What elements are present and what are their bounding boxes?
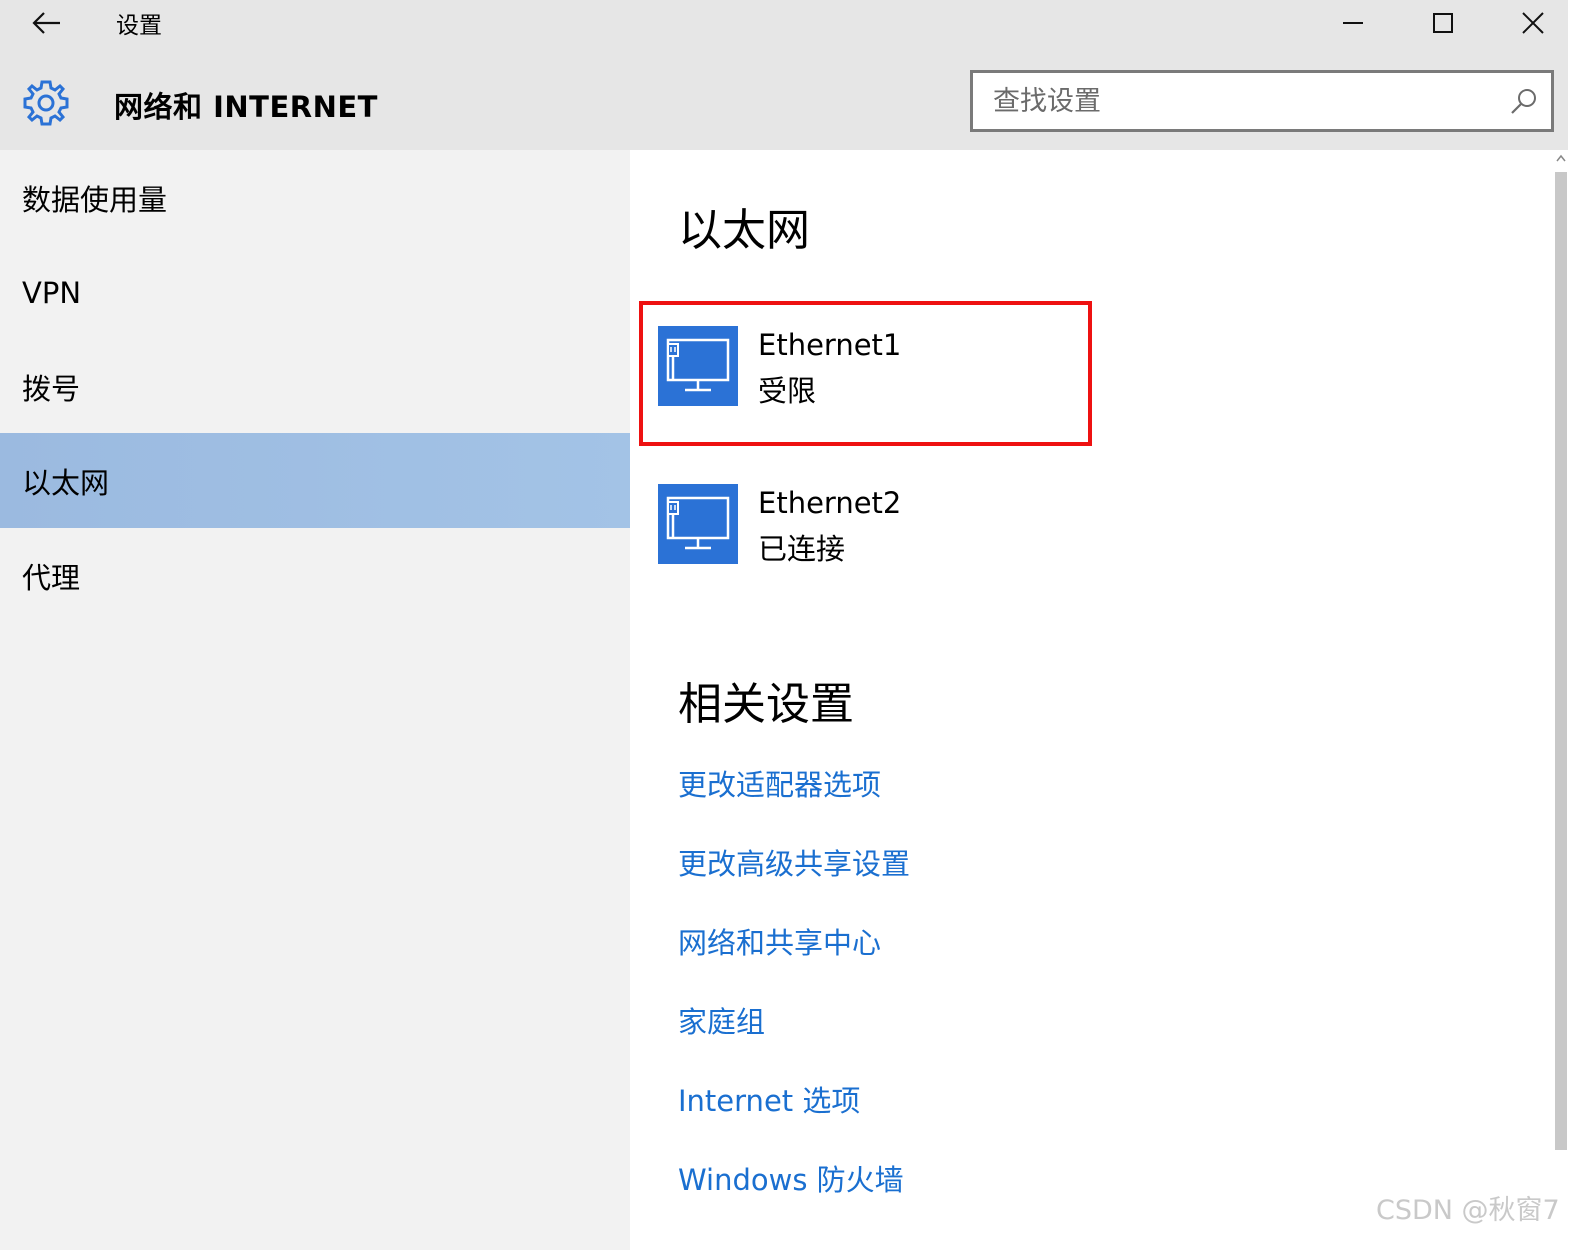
link-advanced-sharing[interactable]: 更改高级共享设置 — [678, 841, 910, 883]
link-change-adapter-options[interactable]: 更改适配器选项 — [678, 762, 881, 804]
link-homegroup[interactable]: 家庭组 — [678, 999, 765, 1041]
adapter-tile-ethernet1[interactable]: Ethernet1 受限 — [658, 326, 1078, 416]
page-title: 网络和 INTERNET — [114, 90, 378, 124]
monitor-network-icon — [658, 326, 738, 406]
scroll-up-arrow-icon[interactable] — [1555, 152, 1567, 164]
link-windows-firewall[interactable]: Windows 防火墙 — [678, 1157, 904, 1199]
sidebar: 数据使用量 VPN 拨号 以太网 代理 — [0, 150, 630, 1250]
back-button[interactable] — [22, 4, 72, 42]
adapter-tile-ethernet2[interactable]: Ethernet2 已连接 — [658, 484, 1078, 574]
link-internet-options[interactable]: Internet 选项 — [678, 1078, 860, 1120]
sidebar-item-proxy[interactable]: 代理 — [0, 528, 630, 623]
sidebar-item-label: 以太网 — [22, 465, 110, 500]
adapter-status: 已连接 — [758, 532, 846, 566]
sidebar-item-dialup[interactable]: 拨号 — [0, 339, 630, 434]
adapter-status: 受限 — [758, 374, 817, 408]
minimize-icon — [1343, 22, 1363, 24]
section-heading-ethernet: 以太网 — [678, 205, 810, 256]
close-button[interactable] — [1488, 0, 1578, 46]
window-edge — [1568, 0, 1588, 1250]
arrow-left-icon — [32, 12, 60, 34]
search-box[interactable] — [970, 70, 1554, 132]
adapter-name: Ethernet2 — [758, 486, 902, 520]
link-network-sharing-center[interactable]: 网络和共享中心 — [678, 920, 881, 962]
adapter-name: Ethernet1 — [758, 328, 902, 362]
sidebar-item-data-usage[interactable]: 数据使用量 — [0, 150, 630, 245]
sidebar-item-label: VPN — [22, 275, 82, 310]
sidebar-item-ethernet[interactable]: 以太网 — [0, 433, 630, 528]
sidebar-item-label: 拨号 — [22, 371, 81, 406]
search-input[interactable] — [973, 73, 1493, 129]
settings-header: 网络和 INTERNET — [0, 46, 1588, 150]
title-bar: 设置 — [0, 0, 1588, 46]
sidebar-item-label: 代理 — [22, 560, 81, 595]
scrollbar-thumb[interactable] — [1555, 172, 1567, 1150]
maximize-button[interactable] — [1398, 0, 1488, 46]
maximize-icon — [1433, 13, 1453, 33]
watermark: CSDN @秋窗7 — [1376, 1195, 1560, 1226]
sidebar-item-label: 数据使用量 — [22, 182, 168, 217]
monitor-network-icon — [658, 484, 738, 564]
minimize-button[interactable] — [1308, 0, 1398, 46]
close-icon — [1522, 12, 1544, 34]
section-heading-related: 相关设置 — [678, 679, 854, 730]
sidebar-item-vpn[interactable]: VPN — [0, 245, 630, 340]
gear-icon — [23, 80, 69, 126]
window-title: 设置 — [116, 13, 162, 39]
search-icon[interactable] — [1509, 86, 1539, 116]
